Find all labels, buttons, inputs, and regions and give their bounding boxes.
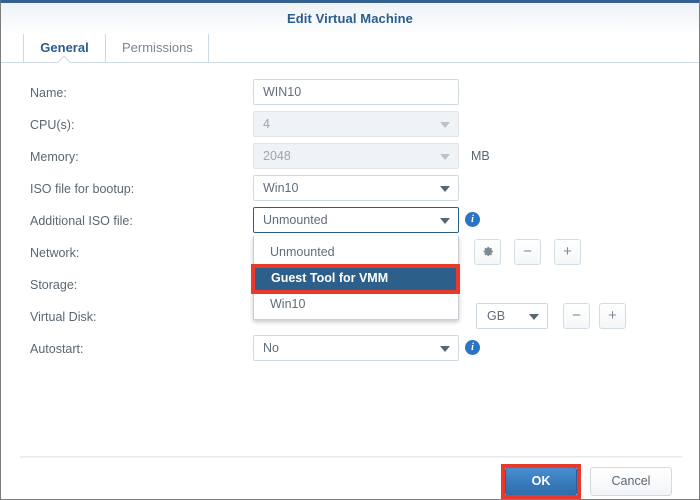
- plus-icon: +: [555, 240, 580, 264]
- chevron-down-icon: [440, 122, 450, 128]
- row-additional-iso: Additional ISO file: Unmounted i: [1, 207, 699, 239]
- chevron-down-icon: [529, 314, 539, 320]
- row-memory: Memory: 2048 MB: [1, 143, 699, 175]
- cpus-select-value: 4: [263, 117, 270, 131]
- general-form: Name: WIN10 CPU(s): 4 Memory: 2048 MB IS…: [1, 65, 699, 395]
- label-storage: Storage:: [30, 278, 77, 292]
- disk-unit-select-value: GB: [487, 309, 505, 323]
- gear-icon: [480, 244, 495, 259]
- label-memory: Memory:: [30, 150, 79, 164]
- cancel-button[interactable]: Cancel: [590, 467, 672, 496]
- info-icon[interactable]: i: [465, 340, 480, 355]
- label-additional-iso: Additional ISO file:: [30, 214, 133, 228]
- memory-select[interactable]: 2048: [253, 143, 459, 169]
- dropdown-option-unmounted[interactable]: Unmounted: [254, 239, 458, 265]
- minus-icon: −: [515, 240, 540, 264]
- additional-iso-dropdown-list: Unmounted Guest Tool for VMM Win10: [253, 236, 459, 320]
- chevron-down-icon: [440, 218, 450, 224]
- row-autostart: Autostart: No i: [1, 335, 699, 367]
- edit-virtual-machine-dialog: Edit Virtual Machine General Permissions…: [0, 0, 700, 500]
- autostart-select[interactable]: No: [253, 335, 459, 361]
- dialog-titlebar: Edit Virtual Machine: [1, 3, 699, 34]
- cpus-select[interactable]: 4: [253, 111, 459, 137]
- footer-separator: [20, 456, 682, 458]
- info-icon[interactable]: i: [465, 212, 480, 227]
- row-iso-bootup: ISO file for bootup: Win10: [1, 175, 699, 207]
- iso-bootup-select-value: Win10: [263, 181, 298, 195]
- tab-bar: General Permissions: [1, 34, 699, 63]
- ok-button[interactable]: OK: [505, 467, 577, 496]
- tab-permissions[interactable]: Permissions: [105, 34, 209, 62]
- additional-iso-select-value: Unmounted: [263, 213, 328, 227]
- name-input-value: WIN10: [263, 85, 301, 99]
- dialog-title: Edit Virtual Machine: [1, 11, 699, 26]
- network-settings-button[interactable]: [474, 239, 501, 265]
- disk-unit-select[interactable]: GB: [476, 303, 548, 329]
- autostart-select-value: No: [263, 341, 279, 355]
- label-autostart: Autostart:: [30, 342, 84, 356]
- disk-add-button[interactable]: +: [599, 303, 626, 329]
- active-tab-pointer: [57, 56, 71, 64]
- chevron-down-icon: [440, 154, 450, 160]
- row-name: Name: WIN10: [1, 79, 699, 111]
- name-input[interactable]: WIN10: [253, 79, 459, 105]
- chevron-down-icon: [440, 186, 450, 192]
- label-cpus: CPU(s):: [30, 118, 74, 132]
- dropdown-option-guest-tool-for-vmm[interactable]: Guest Tool for VMM: [255, 265, 457, 291]
- label-iso-bootup: ISO file for bootup:: [30, 182, 134, 196]
- memory-select-value: 2048: [263, 149, 291, 163]
- plus-icon: +: [600, 304, 625, 328]
- label-name: Name:: [30, 86, 67, 100]
- minus-icon: −: [564, 304, 589, 328]
- disk-remove-button[interactable]: −: [563, 303, 590, 329]
- label-network: Network:: [30, 246, 79, 260]
- iso-bootup-select[interactable]: Win10: [253, 175, 459, 201]
- memory-unit-label: MB: [471, 149, 490, 163]
- network-remove-button[interactable]: −: [514, 239, 541, 265]
- label-virtual-disk: Virtual Disk:: [30, 310, 96, 324]
- additional-iso-select[interactable]: Unmounted: [253, 207, 459, 233]
- dropdown-option-win10[interactable]: Win10: [254, 291, 458, 317]
- chevron-down-icon: [440, 346, 450, 352]
- row-cpus: CPU(s): 4: [1, 111, 699, 143]
- network-add-button[interactable]: +: [554, 239, 581, 265]
